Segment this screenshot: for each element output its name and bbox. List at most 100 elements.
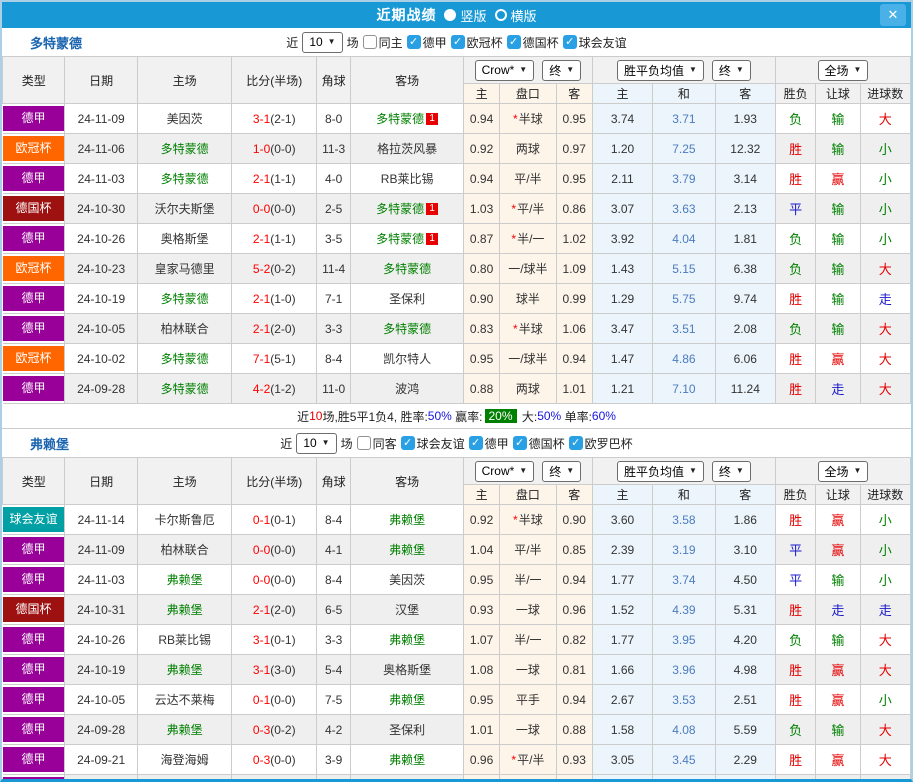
competition-toggle[interactable]: ✓德甲 [469,435,509,452]
match-scope-select[interactable]: 全场▼ [818,461,869,482]
checkbox-unchecked[interactable] [363,35,377,49]
corner-score: 4-2 [317,715,351,745]
match-count-select[interactable]: 10▼ [296,433,336,454]
avg-home-odds: 3.92 [592,224,652,254]
match-score: 3-1(0-1) [232,625,317,655]
match-score: 2-1(1-1) [232,164,317,194]
match-count-select[interactable]: 10▼ [302,32,342,53]
match-score: 3-1(2-1) [232,104,317,134]
home-team: RB莱比锡 [137,625,232,655]
odds-provider-select[interactable]: Crow*▼ [475,461,535,482]
home-team: 美因茨 [137,104,232,134]
match-row: 欧冠杯24-11-06多特蒙德1-0(0-0)11-3格拉茨风暴0.92两球0.… [3,134,911,164]
checkbox-checked[interactable]: ✓ [451,35,465,49]
subcol-result: 胜负 [776,485,816,505]
competition-toggle[interactable]: ✓球会友谊 [563,34,627,51]
subcol-crown-away: 客 [556,84,592,104]
crown-final-select[interactable]: 终▼ [542,60,581,81]
away-team: 弗赖堡 [351,745,464,775]
match-date: 24-11-09 [65,535,137,565]
match-date: 24-11-03 [65,565,137,595]
subcol-avg-draw: 和 [653,485,715,505]
avg-draw-odds: 5.75 [653,284,715,314]
avg-home-odds: 1.77 [592,625,652,655]
avg-odds-select[interactable]: 胜平负均值▼ [617,461,704,482]
avg-draw-odds: 4.21 [653,775,715,782]
home-team-name: 皇家马德里 [155,262,215,276]
avg-odds-select[interactable]: 胜平负均值▼ [617,60,704,81]
halftime-score: (2-0) [270,603,295,617]
away-team: 多特蒙德 [351,254,464,284]
result-wdl: 平 [776,194,816,224]
competition-toggle[interactable]: ✓德国杯 [507,34,559,51]
checkbox-unchecked[interactable] [357,436,371,450]
avg-away-odds: 2.13 [715,194,775,224]
match-scope-select[interactable]: 全场▼ [818,60,869,81]
competition-toggle[interactable]: ✓德国杯 [513,435,565,452]
away-team: 弗赖堡 [351,505,464,535]
crown-away-odds: 0.99 [556,284,592,314]
layout-option-horizontal[interactable]: 横版 [495,6,537,25]
crown-away-odds: 0.95 [556,104,592,134]
crown-home-odds: 1.04 [463,535,499,565]
handicap-text: 平/半 [514,543,541,557]
match-score: 2-1(2-0) [232,314,317,344]
odds-provider-select[interactable]: Crow*▼ [475,60,535,81]
result-handicap: 赢 [816,685,860,715]
away-team-name: 美因茨 [389,573,425,587]
close-button[interactable]: ✕ [880,4,906,26]
match-row: 德甲24-10-26奥格斯堡2-1(1-1)3-5多特蒙德10.87*半/一1.… [3,224,911,254]
result-wdl: 平 [776,565,816,595]
league-badge: 德甲 [3,316,65,341]
crown-handicap: 一球 [500,595,556,625]
competition-toggle[interactable]: ✓德甲 [407,34,447,51]
result-goals: 小 [860,134,910,164]
chevron-down-icon: ▼ [322,439,330,447]
checkbox-checked[interactable]: ✓ [507,35,521,49]
away-team: RB莱比锡 [351,164,464,194]
checkbox-checked[interactable]: ✓ [407,35,421,49]
checkbox-checked[interactable]: ✓ [563,35,577,49]
match-score: 5-2(0-2) [232,254,317,284]
same-venue-toggle[interactable]: 同主 [363,34,403,51]
league-badge-cell: 德甲 [3,745,65,775]
crown-away-odds: 0.86 [556,194,592,224]
checkbox-checked[interactable]: ✓ [569,436,583,450]
avg-home-odds: 1.29 [592,284,652,314]
same-venue-toggle[interactable]: 同客 [357,435,397,452]
match-score: 0-0(0-0) [232,565,317,595]
avg-final-select[interactable]: 终▼ [712,461,751,482]
competition-toggle[interactable]: ✓球会友谊 [401,435,465,452]
handicap-star-icon: * [513,513,518,527]
match-score: 0-3(0-0) [232,745,317,775]
competition-label: 球会友谊 [417,435,465,452]
result-wdl: 负 [776,224,816,254]
halftime-score: (0-2) [270,262,295,276]
avg-draw-odds: 3.71 [653,104,715,134]
checkbox-checked[interactable]: ✓ [513,436,527,450]
layout-option-vertical[interactable]: 竖版 [444,6,486,25]
avg-final-select[interactable]: 终▼ [712,60,751,81]
avg-home-odds: 2.67 [592,685,652,715]
fulltime-score: 2-1 [253,172,270,186]
chevron-down-icon: ▼ [566,467,574,475]
checkbox-checked[interactable]: ✓ [401,436,415,450]
crown-home-odds: 0.95 [463,565,499,595]
avg-home-odds: 3.47 [592,314,652,344]
competition-label: 德甲 [485,435,509,452]
fulltime-score: 0-0 [253,573,270,587]
home-team: 弗赖堡 [137,595,232,625]
avg-away-odds: 1.81 [715,224,775,254]
home-team: 皇家马德里 [137,254,232,284]
crown-home-odds: 0.92 [463,134,499,164]
competition-toggle[interactable]: ✓欧冠杯 [451,34,503,51]
away-team-name: 波鸿 [395,382,419,396]
result-goals: 大 [860,625,910,655]
handicap-text: 两球 [516,142,540,156]
result-handicap: 输 [816,134,860,164]
checkbox-checked[interactable]: ✓ [469,436,483,450]
competition-toggle[interactable]: ✓欧罗巴杯 [569,435,633,452]
crown-final-select[interactable]: 终▼ [542,461,581,482]
home-team-name: 海登海姆 [161,753,209,767]
avg-draw-odds: 3.79 [653,164,715,194]
